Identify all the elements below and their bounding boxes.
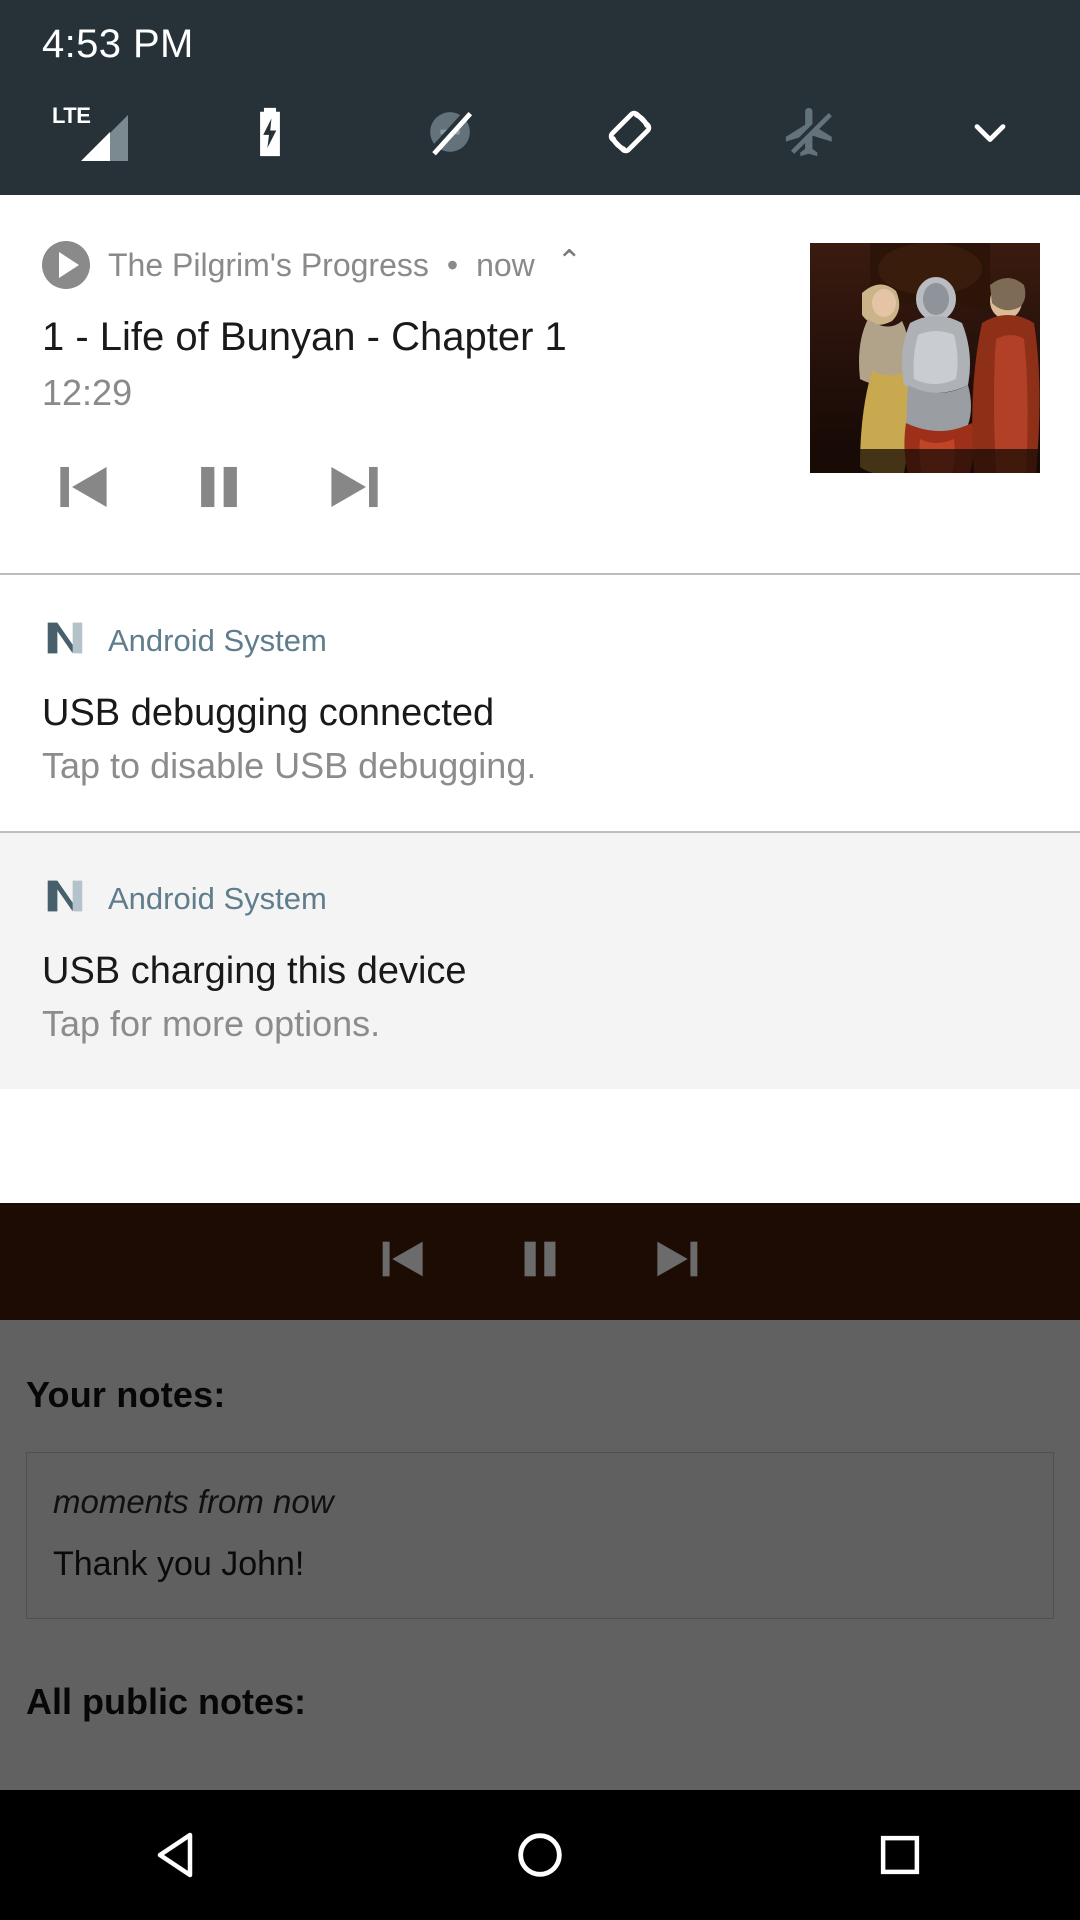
next-button[interactable] bbox=[644, 1227, 708, 1296]
album-art bbox=[810, 243, 1040, 473]
back-button[interactable] bbox=[105, 1790, 255, 1920]
shade-dim-scrim bbox=[0, 1320, 1080, 1790]
system-notification-header: Android System bbox=[42, 615, 1080, 666]
android-nougat-icon bbox=[42, 615, 88, 666]
expand-chevron-icon[interactable] bbox=[900, 106, 1080, 158]
status-icon-row: LTE bbox=[0, 96, 1080, 168]
play-circle-icon bbox=[42, 241, 90, 289]
signal-bars-filled bbox=[81, 132, 110, 161]
media-notification-time: now bbox=[476, 246, 535, 283]
notification-divider bbox=[0, 831, 1080, 833]
notification-body: Tap to disable USB debugging. bbox=[42, 745, 537, 786]
auto-rotate-icon bbox=[540, 102, 720, 162]
recents-button[interactable] bbox=[825, 1790, 975, 1920]
pause-button[interactable] bbox=[182, 450, 256, 529]
media-notification[interactable]: The Pilgrim's Progress • now ⌃ 1 - Life … bbox=[0, 195, 1080, 573]
battery-charging-icon bbox=[180, 103, 360, 161]
system-app-name: Android System bbox=[108, 880, 327, 916]
notification-title: USB debugging connected bbox=[42, 692, 495, 734]
previous-button[interactable] bbox=[48, 450, 122, 529]
status-bar: 4:53 PM LTE bbox=[0, 0, 1080, 195]
notification-title: USB charging this device bbox=[42, 950, 467, 992]
notification-shade: 4:53 PM LTE The Pilgrim's Progress • now… bbox=[0, 0, 1080, 1089]
status-clock: 4:53 PM bbox=[42, 22, 194, 66]
system-app-name: Android System bbox=[108, 622, 327, 658]
usb-charging-notification[interactable]: Android System USB charging this device … bbox=[0, 831, 1080, 1089]
home-button[interactable] bbox=[465, 1790, 615, 1920]
airplane-mode-off-icon bbox=[720, 103, 900, 161]
media-app-name: The Pilgrim's Progress bbox=[108, 246, 429, 283]
do-not-disturb-off-icon bbox=[360, 103, 540, 161]
app-media-bar bbox=[0, 1203, 1080, 1320]
previous-button[interactable] bbox=[372, 1227, 436, 1296]
collapse-chevron-icon[interactable]: ⌃ bbox=[557, 247, 582, 277]
navigation-bar bbox=[0, 1790, 1080, 1920]
header-separator: • bbox=[446, 246, 459, 283]
android-nougat-icon bbox=[42, 873, 88, 924]
system-notification-header: Android System bbox=[42, 873, 1080, 924]
pause-button[interactable] bbox=[508, 1227, 572, 1296]
next-button[interactable] bbox=[316, 450, 390, 529]
usb-debugging-notification[interactable]: Android System USB debugging connected T… bbox=[0, 573, 1080, 831]
notification-body: Tap for more options. bbox=[42, 1003, 381, 1044]
signal-lte-icon: LTE bbox=[0, 103, 180, 161]
notification-divider bbox=[0, 573, 1080, 575]
